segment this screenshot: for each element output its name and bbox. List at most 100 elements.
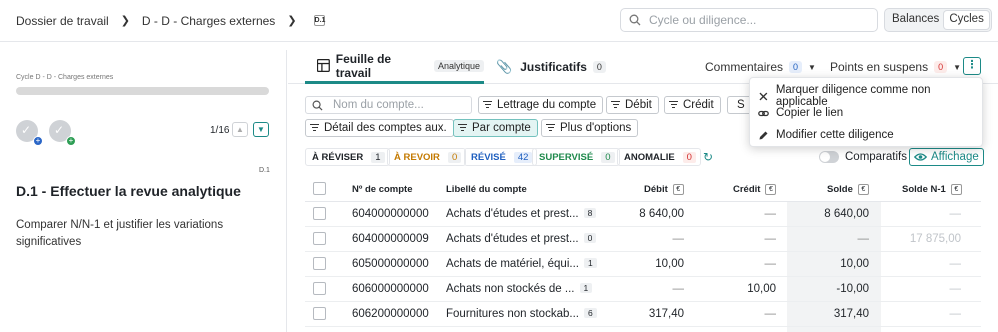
credit-value: —	[764, 208, 777, 220]
solde-n1-value: —	[949, 258, 962, 270]
status-revise[interactable]: RÉVISÉ 42	[464, 148, 538, 166]
balances-button[interactable]: Balances	[887, 11, 944, 29]
table-row[interactable]: 606200000000 Fournitures non stockab... 6…	[305, 302, 981, 327]
breadcrumb-root[interactable]: Dossier de travail	[16, 14, 109, 28]
tab-points-count: 0	[934, 61, 948, 73]
pager-count: 1/16	[210, 125, 230, 136]
debit-value: 317,40	[648, 308, 684, 320]
status-count: 0	[447, 151, 462, 163]
table-header: Nº de compte Libellé du compte Débit € Cr…	[305, 178, 981, 202]
filter-plus-options-button[interactable]: Plus d'options	[541, 119, 639, 137]
diligence-title: D.1 - Effectuer la revue analytique	[16, 183, 241, 199]
account-number: 605000000000	[352, 258, 429, 270]
chevron-right-icon: ❯	[287, 15, 297, 27]
filter-solde-button[interactable]: S	[727, 96, 749, 114]
header-credit[interactable]: Crédit €	[733, 184, 777, 195]
comparatifs-toggle[interactable]	[819, 151, 839, 163]
filter-icon	[310, 124, 319, 132]
plus-icon: +	[33, 136, 43, 146]
check-icon: ✓	[21, 123, 32, 137]
filter-truncated-label: S	[737, 99, 745, 111]
row-checkbox[interactable]	[313, 307, 326, 320]
avatar[interactable]: ✓ +	[49, 120, 76, 146]
header-label[interactable]: Libellé du compte	[446, 184, 527, 195]
previous-button[interactable]: ▲	[232, 122, 248, 137]
account-search-placeholder: Nom du compte...	[333, 99, 424, 111]
row-checkbox[interactable]	[313, 232, 326, 245]
filter-detail-button[interactable]: Détail des comptes aux.	[305, 119, 454, 137]
menu-item-non-applicable[interactable]: Marquer diligence comme non applicable	[758, 84, 982, 108]
chevron-down-icon: ▼	[953, 62, 961, 72]
header-debit[interactable]: Débit €	[644, 184, 684, 195]
solde-n1-value: —	[949, 208, 962, 220]
status-a-reviser[interactable]: À RÉVISER 1	[305, 148, 390, 166]
filter-credit-label: Crédit	[683, 99, 714, 111]
credit-value: —	[764, 258, 777, 270]
table-row[interactable]: 606000000000 Achats non stockés de ... 1 …	[305, 277, 981, 302]
more-vertical-icon: ⋮	[966, 59, 978, 71]
select-all-checkbox[interactable]	[313, 182, 326, 195]
more-options-button[interactable]: ⋮	[963, 57, 981, 75]
filter-credit-button[interactable]: Crédit	[664, 96, 721, 114]
account-label-text: Achats de matériel, équi...	[446, 258, 579, 270]
tab-justificatifs[interactable]: 📎 Justificatifs 0	[496, 50, 606, 84]
account-number: 606200000000	[352, 308, 429, 320]
menu-item-label: Copier le lien	[776, 107, 844, 119]
tab-justificatifs-label: Justificatifs	[520, 60, 587, 74]
table-row[interactable]: 604000000000 Achats d'études et prest...…	[305, 202, 981, 227]
account-number: 604000000009	[352, 233, 429, 245]
tab-feuille-de-travail[interactable]: Feuille de travail Analytique	[305, 50, 484, 84]
solde-n1-value: —	[949, 308, 962, 320]
account-search-input[interactable]: Nom du compte...	[305, 96, 472, 114]
search-input[interactable]: Cycle ou diligence...	[620, 8, 878, 32]
account-label: Achats d'études et prest... 0	[446, 233, 597, 245]
tab-justificatifs-count: 0	[592, 61, 606, 73]
breadcrumb-current: D.1	[313, 15, 326, 26]
avatar[interactable]: ✓ +	[16, 120, 43, 146]
breadcrumb-section[interactable]: D - D - Charges externes	[142, 14, 275, 28]
row-checkbox[interactable]	[313, 207, 326, 220]
header-solde-n1[interactable]: Solde N-1 €	[902, 184, 962, 195]
account-label: Achats de matériel, équi... 1	[446, 258, 597, 270]
entry-count: 1	[579, 283, 593, 293]
solde-n1-value: 17 875,00	[909, 233, 961, 245]
menu-item-modifier[interactable]: Modifier cette diligence	[758, 129, 894, 141]
debit-value: —	[672, 283, 685, 295]
view-switch: Balances Cycles	[884, 8, 992, 32]
tab-commentaires-label: Commentaires	[705, 60, 784, 74]
affichage-button[interactable]: Affichage	[909, 148, 984, 166]
status-supervise[interactable]: SUPERVISÉ 0	[532, 148, 620, 166]
euro-icon: €	[765, 184, 777, 195]
next-button[interactable]: ▼	[253, 122, 269, 137]
debit-value: 10,00	[655, 258, 684, 270]
euro-icon: €	[672, 184, 684, 195]
table-row[interactable]: 605000000000 Achats de matériel, équi...…	[305, 252, 981, 277]
entry-count: 1	[583, 258, 597, 268]
cycles-button[interactable]: Cycles	[944, 11, 989, 29]
table-row[interactable]: 604000000009 Achats d'études et prest...…	[305, 227, 981, 252]
filter-lettrage-label: Lettrage du compte	[497, 99, 597, 111]
header-solde-n1-label: Solde N-1	[902, 184, 946, 195]
cycle-label: Cycle D - D - Charges externes	[16, 74, 114, 81]
status-count: 0	[682, 151, 696, 163]
filter-icon	[546, 124, 555, 132]
table-icon	[317, 59, 330, 72]
header-solde[interactable]: Solde €	[827, 184, 869, 195]
link-icon	[758, 110, 769, 116]
header-solde-label: Solde	[827, 184, 853, 195]
header-account[interactable]: Nº de compte	[352, 184, 412, 195]
status-a-revoir[interactable]: À REVOIR 0	[387, 148, 467, 166]
filter-icon	[611, 101, 620, 109]
status-label: SUPERVISÉ	[539, 151, 594, 163]
filter-par-compte-button[interactable]: Par compte	[453, 119, 538, 137]
entry-count: 6	[583, 308, 597, 318]
search-icon	[629, 14, 641, 26]
row-checkbox[interactable]	[313, 257, 326, 270]
menu-item-copier-lien[interactable]: Copier le lien	[758, 107, 843, 119]
debit-value: —	[672, 233, 685, 245]
filter-lettrage-button[interactable]: Lettrage du compte	[478, 96, 604, 114]
status-anomalie[interactable]: ANOMALIE 0	[617, 148, 701, 166]
row-checkbox[interactable]	[313, 282, 326, 295]
refresh-icon[interactable]: ↻	[703, 150, 713, 164]
filter-debit-button[interactable]: Débit	[606, 96, 659, 114]
